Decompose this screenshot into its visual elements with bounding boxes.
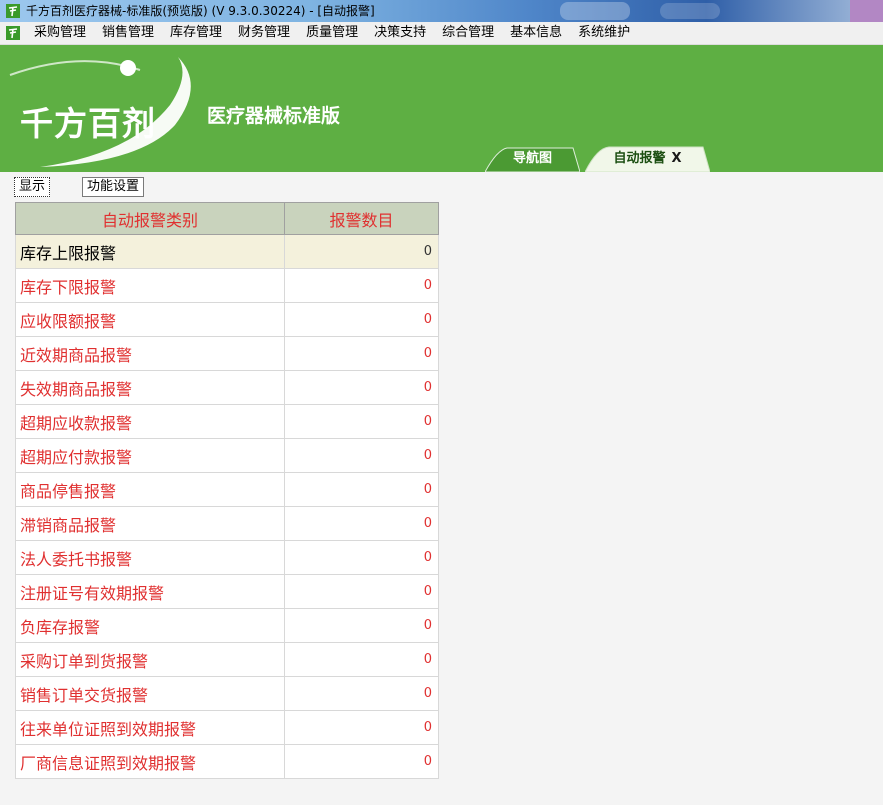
brand-subtitle: 医疗器械标准版 (207, 105, 341, 127)
table-row[interactable]: 滞销商品报警 0 (15, 506, 439, 541)
alarm-table: 自动报警类别 报警数目 库存上限报警 0 库存下限报警 0 应收限额报警 0 近… (15, 202, 439, 779)
tab-auto-alarm[interactable]: 自动报警 X (585, 146, 710, 172)
menu-item-decision[interactable]: 决策支持 (374, 22, 426, 44)
menu-bar: 采购管理 销售管理 库存管理 财务管理 质量管理 决策支持 综合管理 基本信息 … (0, 22, 883, 45)
row-category: 近效期商品报警 (15, 336, 285, 371)
close-icon[interactable]: X (671, 151, 681, 166)
row-count: 0 (284, 370, 439, 405)
row-category: 采购订单到货报警 (15, 642, 285, 677)
menu-item-inventory[interactable]: 库存管理 (170, 22, 222, 44)
row-count: 0 (284, 676, 439, 711)
row-category: 负库存报警 (15, 608, 285, 643)
row-category: 商品停售报警 (15, 472, 285, 507)
table-row[interactable]: 销售订单交货报警 0 (15, 676, 439, 711)
view-toolbar: 显示 功能设置 (0, 172, 883, 200)
row-category: 厂商信息证照到效期报警 (15, 744, 285, 779)
row-count: 0 (284, 608, 439, 643)
tab-label: 导航图 (512, 151, 552, 166)
menu-item-quality[interactable]: 质量管理 (306, 22, 358, 44)
column-header-category[interactable]: 自动报警类别 (15, 202, 285, 235)
row-category: 超期应收款报警 (15, 404, 285, 439)
window-title-bar[interactable]: 千方百剂医疗器械-标准版(预览版) (V 9.3.0.30224) - [自动报… (0, 0, 883, 22)
row-count: 0 (284, 438, 439, 473)
brand-logo-text: 千方百剂 (20, 104, 156, 143)
title-decoration (660, 3, 720, 19)
header-banner: 千方百剂 医疗器械标准版 导航图 自动报警 X (0, 45, 883, 172)
menu-item-system[interactable]: 系统维护 (578, 22, 630, 44)
row-category: 失效期商品报警 (15, 370, 285, 405)
row-category: 应收限额报警 (15, 302, 285, 337)
table-row[interactable]: 负库存报警 0 (15, 608, 439, 643)
row-count: 0 (284, 642, 439, 677)
table-row[interactable]: 超期应收款报警 0 (15, 404, 439, 439)
function-settings-button[interactable]: 功能设置 (82, 177, 145, 197)
title-decoration (560, 2, 630, 20)
row-count: 0 (284, 710, 439, 745)
show-button[interactable]: 显示 (14, 177, 51, 197)
table-row[interactable]: 商品停售报警 0 (15, 472, 439, 507)
table-row[interactable]: 厂商信息证照到效期报警 0 (15, 744, 439, 779)
menu-item-finance[interactable]: 财务管理 (238, 22, 290, 44)
table-row[interactable]: 往来单位证照到效期报警 0 (15, 710, 439, 745)
table-row[interactable]: 采购订单到货报警 0 (15, 642, 439, 677)
row-category: 滞销商品报警 (15, 506, 285, 541)
table-row[interactable]: 库存上限报警 0 (15, 234, 439, 269)
row-count: 0 (284, 404, 439, 439)
table-row[interactable]: 法人委托书报警 0 (15, 540, 439, 575)
table-row[interactable]: 失效期商品报警 0 (15, 370, 439, 405)
app-logo-icon (6, 4, 20, 18)
menu-item-general[interactable]: 综合管理 (442, 22, 494, 44)
row-category: 库存上限报警 (15, 234, 285, 269)
row-category: 库存下限报警 (15, 268, 285, 303)
menu-item-purchase[interactable]: 采购管理 (34, 22, 86, 44)
table-row[interactable]: 库存下限报警 0 (15, 268, 439, 303)
app-menu-icon[interactable] (6, 26, 20, 40)
title-decoration (850, 0, 883, 22)
window-title: 千方百剂医疗器械-标准版(预览版) (V 9.3.0.30224) - [自动报… (26, 4, 375, 18)
row-category: 销售订单交货报警 (15, 676, 285, 711)
row-count: 0 (284, 472, 439, 507)
table-row[interactable]: 近效期商品报警 0 (15, 336, 439, 371)
menu-item-sales[interactable]: 销售管理 (102, 22, 154, 44)
table-row[interactable]: 超期应付款报警 0 (15, 438, 439, 473)
row-count: 0 (284, 234, 439, 269)
row-category: 超期应付款报警 (15, 438, 285, 473)
row-category: 往来单位证照到效期报警 (15, 710, 285, 745)
table-row[interactable]: 注册证号有效期报警 0 (15, 574, 439, 609)
tab-navigation-map[interactable]: 导航图 (485, 146, 580, 172)
row-count: 0 (284, 506, 439, 541)
row-count: 0 (284, 744, 439, 779)
table-header-row: 自动报警类别 报警数目 (15, 202, 439, 235)
row-category: 注册证号有效期报警 (15, 574, 285, 609)
row-category: 法人委托书报警 (15, 540, 285, 575)
row-count: 0 (284, 302, 439, 337)
row-count: 0 (284, 336, 439, 371)
menu-item-basic-info[interactable]: 基本信息 (510, 22, 562, 44)
row-count: 0 (284, 540, 439, 575)
column-header-count[interactable]: 报警数目 (284, 202, 439, 235)
table-row[interactable]: 应收限额报警 0 (15, 302, 439, 337)
tab-label: 自动报警 (613, 151, 666, 166)
row-count: 0 (284, 268, 439, 303)
row-count: 0 (284, 574, 439, 609)
